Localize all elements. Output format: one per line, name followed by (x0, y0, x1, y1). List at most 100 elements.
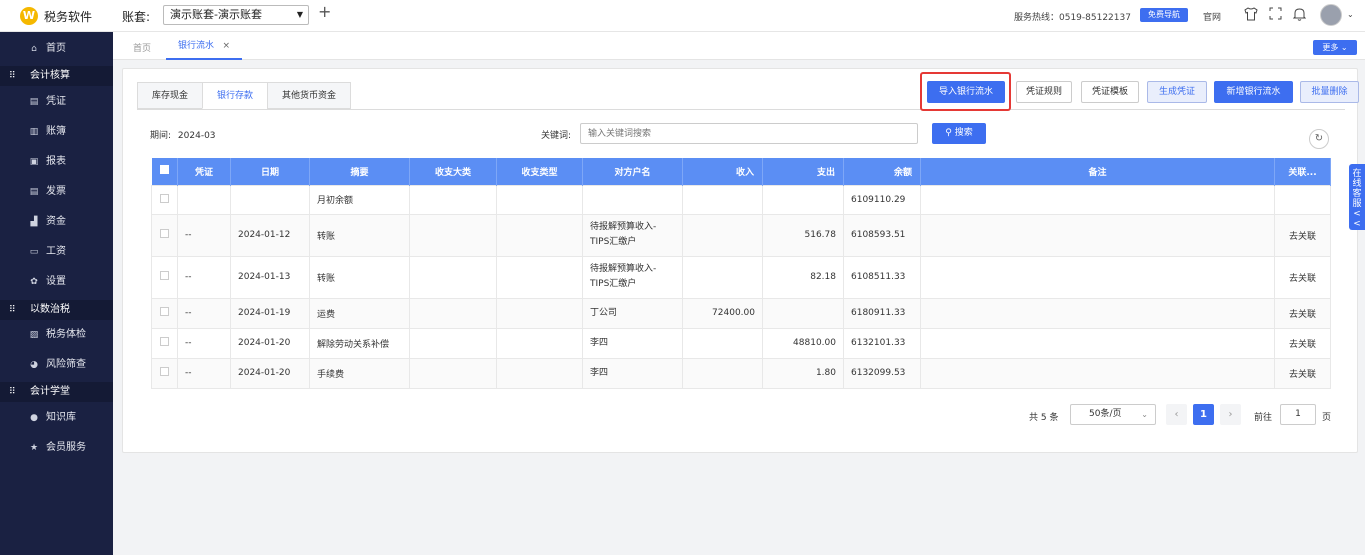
row-select-cell[interactable] (151, 297, 178, 329)
keyword-label: 关键词: (541, 131, 572, 141)
shirt-icon[interactable] (1244, 7, 1258, 25)
col-summary: 摘要 (309, 158, 410, 185)
goto-page-input[interactable]: 1 (1280, 404, 1316, 425)
link-cell[interactable] (1274, 184, 1331, 215)
sidebar-item-0[interactable]: ⌂ 首页 (0, 38, 113, 60)
sidebar-item-6[interactable]: ▟ 资金 (0, 211, 113, 233)
balance-cell: 6132099.53 (843, 357, 921, 389)
close-icon[interactable]: × (222, 32, 230, 60)
sidebar-group-9[interactable]: ⠿ 以数治税 (0, 300, 113, 320)
batch-delete-button[interactable]: 批量删除 (1300, 81, 1359, 103)
page-unit-label: 页 (1322, 413, 1332, 423)
select-all-checkbox[interactable] (159, 165, 169, 175)
type-cell (496, 297, 583, 329)
online-service-label: 在线客服<< (1352, 169, 1362, 229)
chevron-down-icon[interactable]: ⌄ (1347, 10, 1354, 19)
sidebar-item-4[interactable]: ▣ 报表 (0, 151, 113, 173)
search-button[interactable]: ⚲ 搜索 (932, 123, 986, 144)
next-page-button[interactable]: › (1220, 404, 1241, 425)
more-button[interactable]: 更多 ⌄ (1313, 40, 1357, 55)
account-label: 账套: (122, 10, 151, 24)
bell-icon[interactable] (1292, 7, 1307, 25)
table-row[interactable]: -- 2024-01-13 转账 待报解预算收入-TIPS汇缴户 82.18 610851… (151, 255, 1331, 299)
import-statement-button[interactable]: 导入银行流水 (927, 81, 1005, 103)
link-cell[interactable]: 去关联 (1274, 357, 1331, 389)
account-select[interactable]: 演示账套-演示账套 ▼ (163, 5, 309, 25)
add-account-button[interactable]: + (318, 4, 331, 20)
add-statement-button[interactable]: 新增银行流水 (1214, 81, 1293, 103)
select-all-cell[interactable] (151, 158, 178, 185)
row-select-cell[interactable] (151, 255, 178, 299)
link-cell[interactable]: 去关联 (1274, 327, 1331, 359)
search-button-label: 搜索 (954, 128, 973, 138)
row-select-cell[interactable] (151, 184, 178, 215)
tab-cash[interactable]: 库存现金 (137, 82, 203, 109)
counterparty-cell (582, 184, 683, 215)
table-row[interactable]: -- 2024-01-20 手续费 李四 1.80 6132099.53 去关联 (151, 357, 1331, 389)
expand-icon[interactable] (1269, 7, 1282, 24)
sidebar-item-8[interactable]: ✿ 设置 (0, 271, 113, 293)
row-select-cell[interactable] (151, 327, 178, 359)
table-row[interactable]: -- 2024-01-20 解除劳动关系补偿 李四 48810.00 6132101.33… (151, 327, 1331, 359)
sidebar-item-2[interactable]: ▤ 凭证 (0, 91, 113, 113)
sidebar-item-3[interactable]: ▥ 账簿 (0, 121, 113, 143)
tab-bank-deposit[interactable]: 银行存款 (202, 82, 268, 109)
keyword-input[interactable] (580, 123, 918, 144)
income-cell: 72400.00 (682, 297, 763, 329)
table-row[interactable]: -- 2024-01-19 运费 丁公司 72400.00 6180911.33 去关联 (151, 297, 1331, 329)
sidebar-item-label: 风险筛查 (46, 359, 86, 370)
row-select-cell[interactable] (151, 213, 178, 257)
row-checkbox[interactable] (160, 367, 169, 376)
link-cell[interactable]: 去关联 (1274, 213, 1331, 257)
sidebar-group-12[interactable]: ⠿ 会计学堂 (0, 382, 113, 402)
prev-page-button[interactable]: ‹ (1166, 404, 1187, 425)
sidebar-item-13[interactable]: ● 知识库 (0, 407, 113, 429)
sidebar-item-7[interactable]: ▭ 工资 (0, 241, 113, 263)
star-icon: ★ (29, 443, 39, 453)
summary-cell: 运费 (309, 297, 410, 329)
tab-other-funds[interactable]: 其他货币资金 (267, 82, 351, 109)
online-service-tab[interactable]: 在线客服<< (1349, 164, 1365, 230)
sidebar-item-10[interactable]: ▨ 税务体检 (0, 324, 113, 346)
income-cell (682, 213, 763, 257)
sidebar-group-1[interactable]: ⠿ 会计核算 (0, 66, 113, 86)
tab-bank-statement[interactable]: 银行流水 × (166, 32, 242, 60)
col-major-category: 收支大类 (409, 158, 497, 185)
official-site-link[interactable]: 官网 (1203, 10, 1221, 23)
col-income: 收入 (682, 158, 763, 185)
table-row[interactable]: 月初余额 6109110.29 (151, 184, 1331, 215)
voucher-rules-button[interactable]: 凭证规则 (1016, 81, 1072, 103)
period-value[interactable]: 2024-03 (178, 131, 216, 141)
type-cell (496, 357, 583, 389)
link-cell[interactable]: 去关联 (1274, 297, 1331, 329)
table-row[interactable]: -- 2024-01-12 转账 待报解预算收入-TIPS汇缴户 516.78 61085… (151, 213, 1331, 257)
link-cell[interactable]: 去关联 (1274, 255, 1331, 299)
row-checkbox[interactable] (160, 271, 169, 280)
main-panel: 库存现金 银行存款 其他货币资金 导入银行流水 凭证规则 凭证模板 生成凭证 新… (122, 68, 1359, 453)
sidebar-item-14[interactable]: ★ 会员服务 (0, 437, 113, 459)
generate-voucher-button[interactable]: 生成凭证 (1147, 81, 1207, 103)
salary-icon: ▭ (29, 247, 39, 257)
user-avatar[interactable] (1320, 4, 1342, 26)
row-checkbox[interactable] (160, 337, 169, 346)
tab-home[interactable]: 首页 (133, 41, 151, 54)
period-label: 期间: (150, 131, 172, 141)
grid-icon: ⠿ (9, 71, 16, 81)
table-header-row: 凭证 日期 摘要 收支大类 收支类型 对方户名 收入 支出 余额 备注 关联..… (151, 158, 1331, 185)
col-category-type: 收支类型 (496, 158, 583, 185)
current-page-button[interactable]: 1 (1193, 404, 1214, 425)
counterparty-cell: 丁公司 (582, 297, 683, 329)
row-checkbox[interactable] (160, 307, 169, 316)
row-select-cell[interactable] (151, 357, 178, 389)
row-checkbox[interactable] (160, 229, 169, 238)
major-cell (409, 213, 497, 257)
expense-cell: 82.18 (762, 255, 844, 299)
sidebar-item-11[interactable]: ◕ 风险筛查 (0, 354, 113, 376)
row-checkbox[interactable] (160, 193, 169, 203)
free-guide-button[interactable]: 免费导航 (1140, 8, 1188, 22)
sidebar-item-label: 账簿 (46, 126, 66, 137)
refresh-icon[interactable]: ↻ (1309, 129, 1329, 149)
voucher-template-button[interactable]: 凭证模板 (1081, 81, 1139, 103)
page-size-select[interactable]: 50条/页 ⌄ (1070, 404, 1156, 425)
sidebar-item-5[interactable]: ▤ 发票 (0, 181, 113, 203)
